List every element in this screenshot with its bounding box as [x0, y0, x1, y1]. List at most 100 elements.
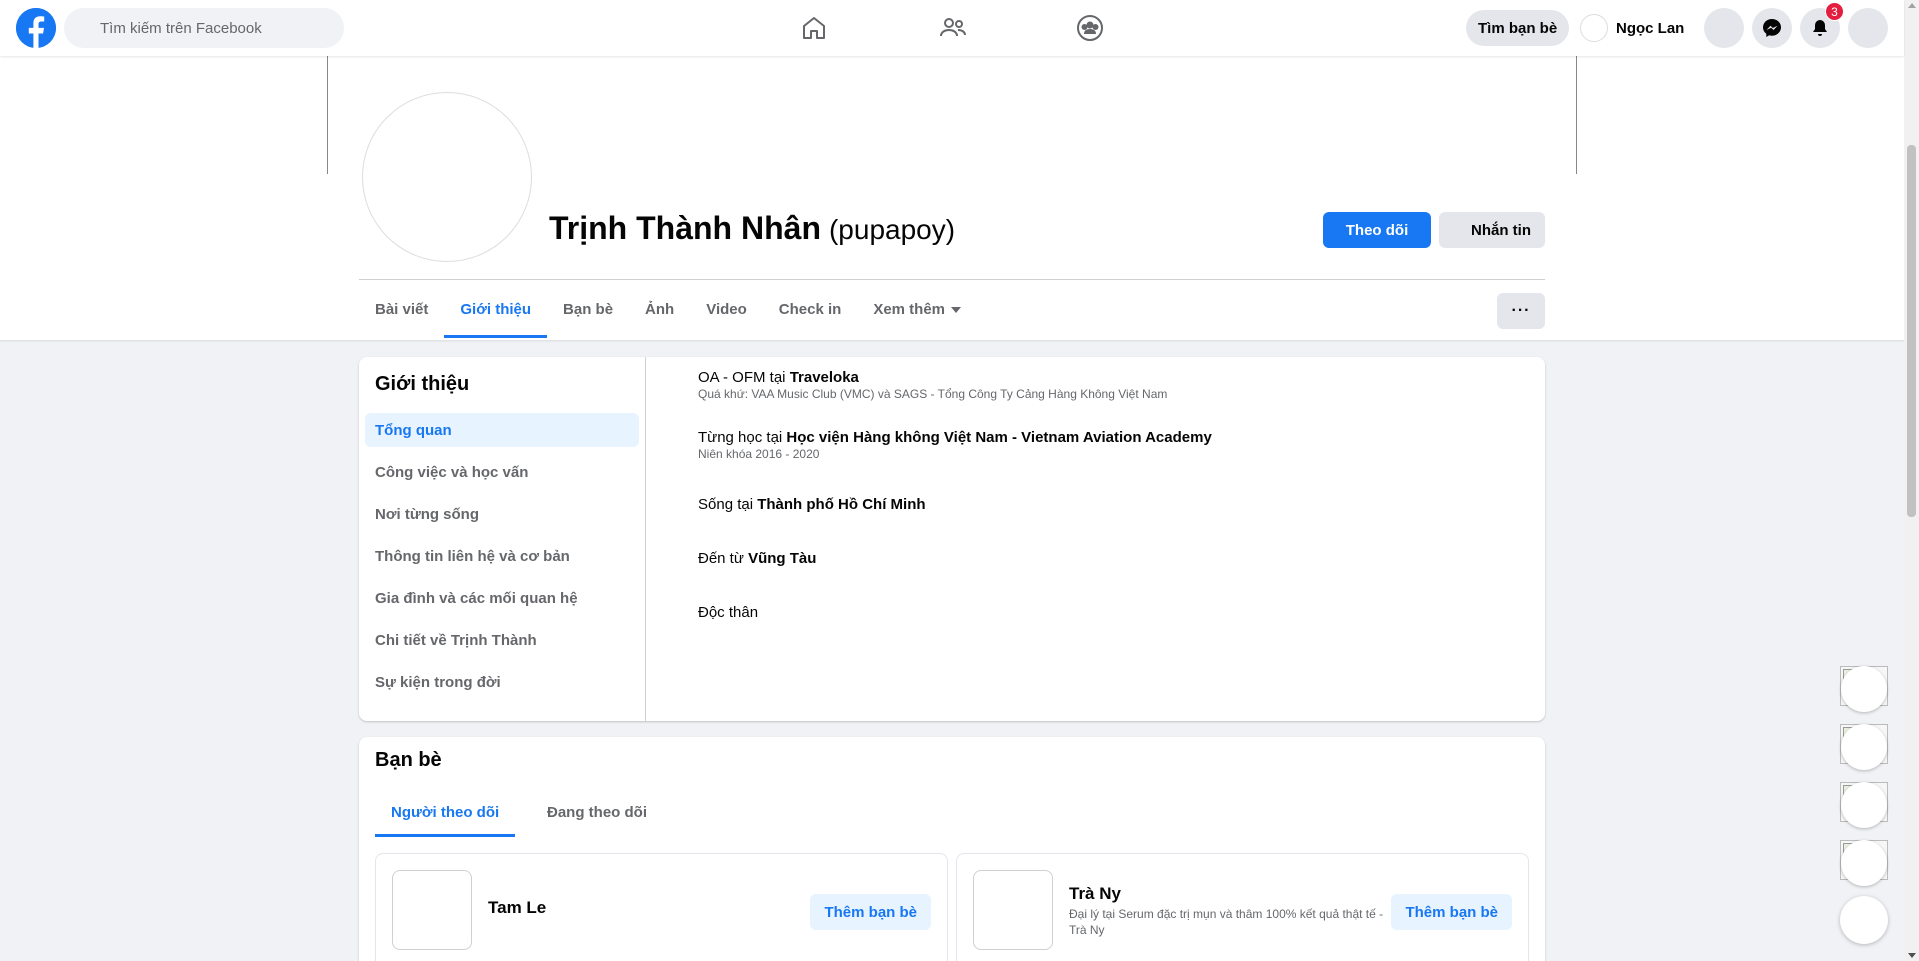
tab-label: Giới thiệu [460, 301, 532, 318]
search-box[interactable] [64, 8, 344, 48]
groups-icon[interactable] [1074, 12, 1106, 44]
info-prefix: Sống tại [698, 496, 758, 513]
friend-card[interactable]: Tam Le Thêm bạn bè [375, 853, 948, 961]
messenger-icon[interactable] [1752, 8, 1792, 48]
about-nav-label: Sự kiện trong đời [375, 673, 501, 691]
tab-photos[interactable]: Ảnh [629, 281, 690, 338]
scroll-down-arrow-icon[interactable] [1908, 953, 1916, 958]
info-link[interactable]: Học viện Hàng không Việt Nam - Vietnam A… [786, 429, 1211, 446]
notifications-button[interactable]: 3 [1800, 2, 1844, 48]
profile-tabs: Bài viết Giới thiệu Bạn bè Ảnh Video Che… [359, 281, 977, 338]
about-card: Giới thiệu Tổng quan Công việc và học vấ… [359, 357, 1545, 721]
about-nav-contact[interactable]: Thông tin liên hệ và cơ bản [365, 539, 639, 573]
tab-label: Người theo dõi [391, 803, 500, 821]
caret-down-icon [951, 306, 962, 313]
about-nav-details[interactable]: Chi tiết về Trịnh Thành [365, 623, 639, 657]
profile-alt-name: (pupapoy) [828, 214, 956, 245]
info-prefix: Từng học tại [698, 429, 787, 446]
more-options-button[interactable]: ··· [1497, 293, 1545, 329]
education-item: Từng học tại Học viện Hàng không Việt Na… [698, 429, 1212, 461]
friends-card: Bạn bè Người theo dõi Đang theo dõi Tam … [359, 737, 1545, 961]
friend-photo[interactable] [973, 870, 1053, 950]
menu-button[interactable] [1704, 8, 1744, 48]
current-city-item: Sống tại Thành phố Hồ Chí Minh [698, 496, 926, 513]
about-title: Giới thiệu [375, 373, 470, 395]
info-link[interactable]: Traveloka [790, 369, 859, 386]
about-nav-life-events[interactable]: Sự kiện trong đời [365, 665, 639, 699]
tab-label: Ảnh [645, 301, 675, 318]
profile-name-line: Trịnh Thành Nhân (pupapoy) [549, 210, 955, 247]
chat-head[interactable] [1841, 782, 1887, 828]
cover-edge [1576, 56, 1577, 174]
tab-see-more[interactable]: Xem thêm [857, 281, 977, 338]
bell-icon [1813, 20, 1827, 36]
info-sub: Niên khóa 2016 - 2020 [698, 447, 820, 461]
tab-following[interactable]: Đang theo dõi [531, 787, 663, 837]
about-nav-label: Công việc và học vấn [375, 463, 529, 481]
about-nav-label: Tổng quan [375, 421, 452, 439]
divider [359, 279, 1545, 280]
tab-label: Đang theo dõi [547, 803, 647, 821]
tab-videos[interactable]: Video [690, 281, 763, 338]
about-nav-label: Nơi từng sống [375, 505, 480, 523]
add-friend-button[interactable]: Thêm bạn bè [1391, 894, 1512, 930]
user-name: Ngọc Lan [1616, 19, 1685, 37]
message-button[interactable]: Nhắn tin [1439, 212, 1545, 248]
info-text: Độc thân [698, 604, 759, 621]
about-nav-label: Chi tiết về Trịnh Thành [375, 631, 537, 649]
about-nav-family[interactable]: Gia đình và các mối quan hệ [365, 581, 639, 615]
friends-icon[interactable] [937, 12, 969, 44]
info-prefix: OA - OFM tại [698, 369, 790, 386]
info-prefix: Đến từ [698, 550, 749, 567]
add-friend-button[interactable]: Thêm bạn bè [810, 894, 931, 930]
tab-followers[interactable]: Người theo dõi [375, 787, 516, 837]
tab-label: Video [706, 301, 747, 318]
hometown-item: Đến từ Vũng Tàu [698, 550, 816, 567]
work-item: OA - OFM tại Traveloka Quá khứ: VAA Musi… [698, 369, 1167, 401]
about-nav-label: Gia đình và các mối quan hệ [375, 589, 578, 607]
new-message-button[interactable] [1840, 896, 1888, 944]
profile-name: Trịnh Thành Nhân [549, 210, 821, 246]
about-nav-label: Thông tin liên hệ và cơ bản [375, 547, 570, 565]
chat-head[interactable] [1841, 666, 1887, 712]
friend-photo[interactable] [392, 870, 472, 950]
page-scrollbar[interactable] [1904, 0, 1919, 961]
profile-avatar[interactable] [362, 92, 532, 262]
tab-posts[interactable]: Bài viết [359, 281, 444, 338]
about-nav: Giới thiệu Tổng quan Công việc và học vấ… [359, 357, 646, 721]
tab-friends[interactable]: Bạn bè [547, 281, 629, 338]
top-navigation-bar: Tìm bạn bè Ngọc Lan 3 [0, 0, 1904, 56]
facebook-logo-icon[interactable] [16, 8, 56, 48]
friend-name[interactable]: Trà Ny [1069, 884, 1121, 904]
friend-name[interactable]: Tam Le [488, 898, 546, 918]
friend-description: Đại lý tại Serum đặc trị mụn và thâm 100… [1069, 907, 1384, 937]
tab-label: Bài viết [375, 301, 429, 318]
friend-card[interactable]: Trà Ny Đại lý tại Serum đặc trị mụn và t… [956, 853, 1529, 961]
scrollbar-thumb[interactable] [1907, 145, 1916, 517]
about-nav-overview[interactable]: Tổng quan [365, 413, 639, 447]
chat-head[interactable] [1841, 840, 1887, 886]
avatar [1580, 14, 1608, 42]
about-nav-work-education[interactable]: Công việc và học vấn [365, 455, 639, 489]
about-nav-places[interactable]: Nơi từng sống [365, 497, 639, 531]
notification-badge: 3 [1825, 2, 1844, 21]
tab-about[interactable]: Giới thiệu [444, 281, 547, 338]
cover-edge [327, 56, 328, 174]
info-link[interactable]: Thành phố Hồ Chí Minh [757, 496, 925, 513]
account-button[interactable] [1848, 8, 1888, 48]
scroll-up-arrow-icon[interactable] [1908, 3, 1916, 8]
chat-head[interactable] [1841, 724, 1887, 770]
tab-label: Bạn bè [563, 301, 614, 318]
profile-shortcut[interactable]: Ngọc Lan [1580, 10, 1684, 46]
info-sub: Quá khứ: VAA Music Club (VMC) và SAGS - … [698, 387, 1168, 401]
info-link[interactable]: Vũng Tàu [748, 550, 816, 567]
friends-title: Bạn bè [375, 749, 442, 771]
profile-header: Trịnh Thành Nhân (pupapoy) Theo dõi Nhắn… [0, 56, 1904, 340]
follow-button[interactable]: Theo dõi [1323, 212, 1431, 248]
relationship-item: Độc thân [698, 604, 758, 621]
tab-checkin[interactable]: Check in [763, 281, 858, 338]
search-input[interactable] [64, 8, 344, 48]
find-friends-button[interactable]: Tìm bạn bè [1466, 10, 1570, 46]
home-icon[interactable] [798, 12, 830, 44]
tab-label: Xem thêm [873, 301, 946, 318]
